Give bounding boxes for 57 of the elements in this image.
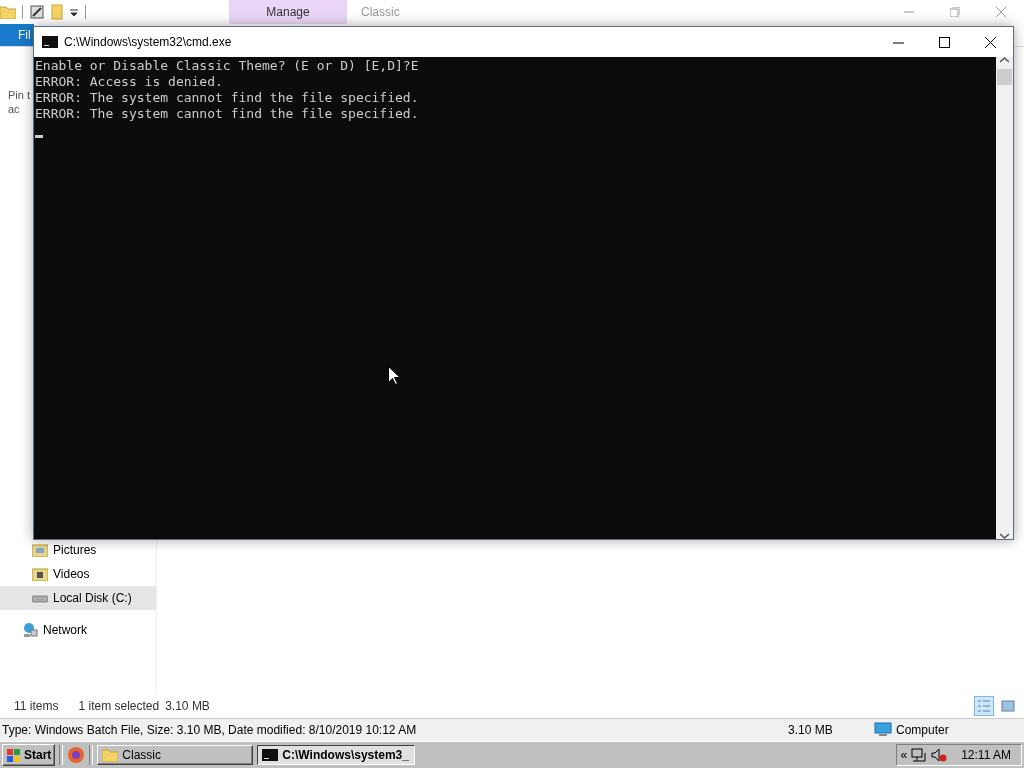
location-label: Computer bbox=[896, 723, 949, 737]
window-title: C:\Windows\system32\cmd.exe bbox=[64, 35, 232, 49]
nav-item[interactable]: Local Disk (C:) bbox=[0, 586, 156, 610]
details-view-button[interactable] bbox=[974, 696, 994, 716]
details-text: Type: Windows Batch File, Size: 3.10 MB, Date modified: 8/10/2019 10:12 AM bbox=[2, 723, 418, 737]
clock: 12:11 AM bbox=[961, 748, 1011, 762]
details-view-icon bbox=[977, 700, 991, 712]
item-count: 11 items bbox=[14, 699, 59, 713]
close-icon bbox=[984, 36, 996, 48]
nav-item[interactable]: Pictures bbox=[0, 538, 156, 562]
scroll-thumb[interactable] bbox=[997, 69, 1012, 85]
mouse-pointer-icon bbox=[388, 366, 400, 385]
tray-expander[interactable]: « bbox=[900, 748, 908, 762]
window-title: Classic bbox=[361, 4, 401, 21]
console-line: Enable or Disable Classic Theme? (E or D) [E,D]?E bbox=[35, 58, 420, 74]
nav-item[interactable]: Network bbox=[0, 618, 156, 642]
console-line: ERROR: Access is denied. bbox=[35, 74, 224, 90]
nav-label: Pictures bbox=[53, 543, 97, 557]
selection-info: 1 item selected bbox=[78, 699, 160, 713]
manage-tab[interactable]: Manage bbox=[229, 0, 347, 24]
windows-flag-icon bbox=[6, 747, 22, 763]
details-size: 3.10 MB bbox=[788, 723, 834, 737]
file-tab[interactable]: Fil bbox=[0, 24, 34, 46]
browser-icon bbox=[67, 746, 86, 764]
network-status-icon bbox=[911, 748, 928, 762]
console-line: ERROR: The system cannot find the file specified. bbox=[35, 90, 420, 106]
ribbon-label: ac bbox=[8, 103, 20, 116]
new-folder-icon bbox=[51, 4, 63, 20]
console-line: ERROR: The system cannot find the file specified. bbox=[35, 106, 420, 122]
dropdown-icon bbox=[69, 7, 79, 17]
taskbar-button[interactable]: Classic bbox=[97, 745, 254, 765]
computer-icon bbox=[874, 722, 892, 738]
nav-label: Network bbox=[43, 623, 87, 637]
folder-icon bbox=[0, 5, 16, 19]
speaker-muted-icon bbox=[931, 748, 948, 762]
console-icon bbox=[262, 749, 279, 761]
maximize-icon bbox=[938, 36, 950, 48]
network-icon bbox=[22, 622, 38, 638]
restore-icon bbox=[950, 7, 960, 17]
folder-icon bbox=[102, 748, 119, 762]
taskbar-button[interactable]: C:\Windows\system3_ bbox=[257, 745, 416, 765]
ribbon-label: Pin t bbox=[8, 89, 30, 102]
nav-item[interactable]: Videos bbox=[0, 562, 156, 586]
nav-label: Videos bbox=[53, 567, 90, 581]
scroll-down-icon bbox=[1000, 533, 1009, 539]
nav-label: Local Disk (C:) bbox=[53, 591, 132, 605]
thumbnails-view-icon bbox=[1001, 700, 1015, 712]
close-icon bbox=[996, 7, 1006, 17]
pictures-folder-icon bbox=[32, 543, 48, 557]
start-button[interactable]: Start bbox=[2, 744, 56, 766]
drive-icon bbox=[32, 593, 48, 603]
console-icon bbox=[42, 36, 58, 48]
scroll-up-icon bbox=[1000, 57, 1009, 63]
selection-size: 3.10 MB bbox=[165, 699, 210, 713]
text-cursor bbox=[35, 135, 43, 138]
properties-icon bbox=[29, 4, 45, 20]
videos-folder-icon bbox=[32, 567, 48, 581]
